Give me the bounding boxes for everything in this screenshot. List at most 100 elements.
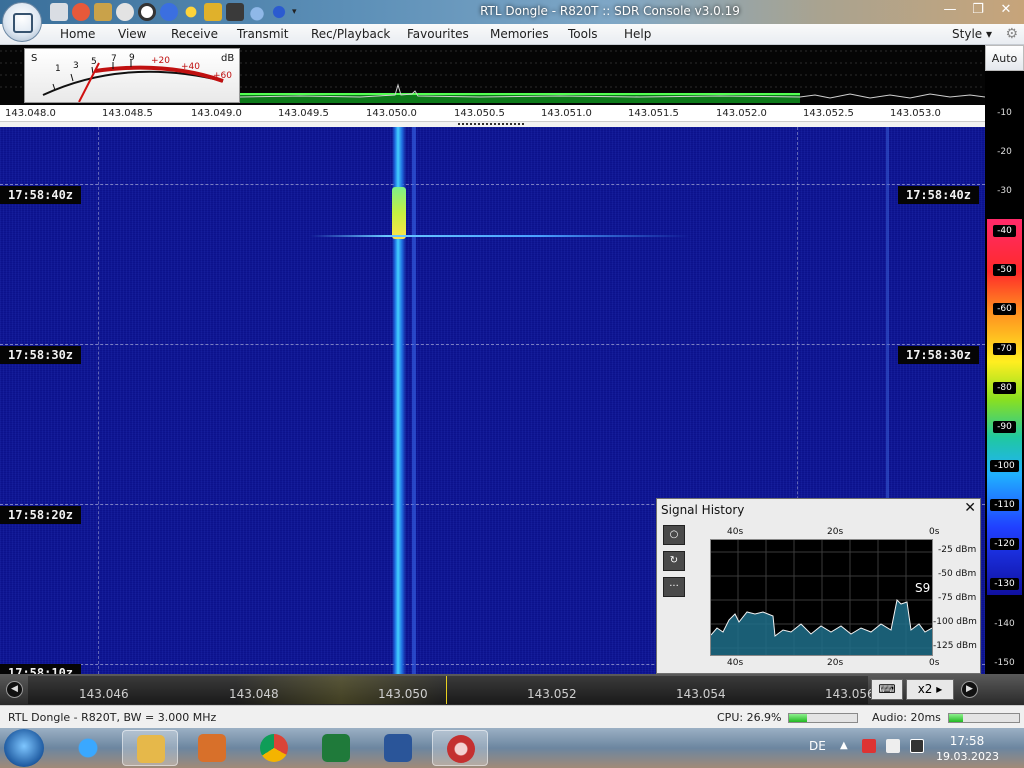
- media-player-icon: [198, 734, 226, 762]
- menu-bar: Home View Receive Transmit Rec/Playback …: [0, 24, 1024, 45]
- timestamp-right: 17:58:40z: [897, 186, 979, 204]
- taskbar-internet-explorer[interactable]: [60, 730, 116, 766]
- keyboard-button[interactable]: ⌨: [871, 679, 903, 700]
- s-level-label: S9: [915, 581, 930, 595]
- db-label: -130: [985, 578, 1024, 590]
- tuning-label: 143.050: [378, 687, 428, 701]
- play-icon[interactable]: [116, 3, 134, 21]
- db-label: -10: [997, 108, 1012, 118]
- zoom-selector[interactable]: x2 ▸: [906, 679, 954, 700]
- db-label: -40: [985, 225, 1024, 237]
- home-icon[interactable]: [50, 3, 68, 21]
- frequency-scale[interactable]: 143.048.0 143.048.5 143.049.0 143.049.5 …: [0, 105, 985, 122]
- menu-transmit[interactable]: Transmit: [237, 27, 288, 41]
- style-menu[interactable]: Style ▾: [952, 27, 992, 41]
- sdr-console-icon: [447, 735, 475, 763]
- menu-memories[interactable]: Memories: [490, 27, 549, 41]
- undo-icon[interactable]: [270, 3, 288, 21]
- tuning-label: 143.056: [825, 687, 875, 701]
- freq-label: 143.050.0: [366, 108, 417, 119]
- svg-text:7: 7: [111, 54, 117, 64]
- maximize-button[interactable]: ❐: [964, 0, 992, 20]
- signal-history-more-button[interactable]: ···: [663, 577, 685, 597]
- svg-text:1: 1: [55, 64, 61, 74]
- close-button[interactable]: ✕: [992, 0, 1020, 20]
- menu-rec-playback[interactable]: Rec/Playback: [311, 27, 390, 41]
- word-icon: [384, 734, 412, 762]
- taskbar-word[interactable]: [370, 730, 426, 766]
- s-meter-needle: [78, 62, 100, 103]
- lock-icon[interactable]: [204, 3, 222, 21]
- cpu-status: CPU: 26.9%: [717, 711, 782, 724]
- star-icon[interactable]: [182, 3, 200, 21]
- record-stop-icon[interactable]: [138, 3, 156, 21]
- folder-icon[interactable]: [94, 3, 112, 21]
- db-scale[interactable]: Auto -10 -20 -30 -40 -50 -60 -70 -80 -90…: [985, 45, 1024, 705]
- windows-taskbar: DE ▲ 17:58 19.03.2023: [0, 728, 1024, 768]
- internet-explorer-icon: [74, 734, 102, 762]
- tuning-bar: ◀ 143.046 143.048 143.050 143.052 143.05…: [0, 674, 1024, 705]
- tuning-label: 143.046: [79, 687, 129, 701]
- speaker-muted-icon[interactable]: [886, 739, 900, 753]
- drop-icon[interactable]: [248, 3, 266, 21]
- taskbar-media-player[interactable]: [184, 730, 240, 766]
- freq-label: 143.048.0: [5, 108, 56, 119]
- folder-icon: [137, 735, 165, 763]
- application-orb-button[interactable]: [2, 2, 42, 42]
- freq-label: 143.048.5: [102, 108, 153, 119]
- help-ring-icon[interactable]: [72, 3, 90, 21]
- taskbar-sdr-console[interactable]: [432, 730, 488, 766]
- db-label: -120: [985, 538, 1024, 550]
- tray-expand-icon[interactable]: ▲: [840, 740, 848, 751]
- window-title: RTL Dongle - R820T :: SDR Console v3.0.1…: [480, 4, 740, 18]
- network-icon[interactable]: [910, 739, 924, 753]
- menu-home[interactable]: Home: [60, 27, 95, 41]
- time-tick: 20s: [827, 658, 844, 668]
- taskbar-excel[interactable]: [308, 730, 364, 766]
- tune-left-button[interactable]: ◀: [6, 681, 23, 698]
- start-button[interactable]: [4, 729, 44, 767]
- signal-history-reset-button[interactable]: ○: [663, 525, 685, 545]
- freq-label: 143.052.5: [803, 108, 854, 119]
- tuning-scale[interactable]: 143.046 143.048 143.050 143.052 143.054 …: [28, 676, 875, 704]
- spectrum-display[interactable]: S dB 1 3 5 7 9 +20 +40 +60: [0, 45, 985, 105]
- window-controls: — ❐ ✕: [936, 0, 1020, 20]
- camera-icon[interactable]: [226, 3, 244, 21]
- minimize-button[interactable]: —: [936, 0, 964, 20]
- time-tick: 40s: [727, 527, 744, 537]
- tune-right-button[interactable]: ▶: [961, 681, 978, 698]
- title-bar: ▾ RTL Dongle - R820T :: SDR Console v3.0…: [0, 0, 1024, 24]
- language-indicator[interactable]: DE: [809, 739, 826, 753]
- signal-history-refresh-button[interactable]: ↻: [663, 551, 685, 571]
- timestamp-left: 17:58:10z: [0, 664, 82, 674]
- db-label: -50: [985, 264, 1024, 276]
- style-label: Style: [952, 27, 983, 41]
- cpu-meter: [788, 713, 858, 723]
- close-icon[interactable]: ✕: [964, 500, 976, 516]
- svg-text:+20: +20: [151, 56, 170, 66]
- taskbar-chrome[interactable]: [246, 730, 302, 766]
- signal-history-chart: S9: [710, 539, 933, 656]
- add-icon[interactable]: [160, 3, 178, 21]
- menu-tools[interactable]: Tools: [568, 27, 598, 41]
- time-tick: 20s: [827, 527, 844, 537]
- timestamp-left: 17:58:20z: [0, 506, 82, 524]
- menu-view[interactable]: View: [118, 27, 146, 41]
- tuning-marker: [446, 676, 447, 704]
- tuning-label: 143.054: [676, 687, 726, 701]
- s-meter-s-label: S: [31, 53, 37, 64]
- menu-help[interactable]: Help: [624, 27, 651, 41]
- action-center-icon[interactable]: [862, 739, 876, 753]
- dropdown-icon[interactable]: ▾: [292, 3, 300, 21]
- tuning-label: 143.052: [527, 687, 577, 701]
- taskbar-file-explorer[interactable]: [122, 730, 178, 766]
- auto-button[interactable]: Auto: [985, 45, 1024, 71]
- clock-time[interactable]: 17:58: [942, 734, 992, 748]
- signal-history-panel: Signal History ✕ ○ ↻ ··· 40s 20s 0s S9 -…: [656, 498, 981, 674]
- clock-date[interactable]: 19.03.2023: [936, 750, 999, 763]
- freq-label: 143.049.0: [191, 108, 242, 119]
- menu-favourites[interactable]: Favourites: [407, 27, 469, 41]
- menu-receive[interactable]: Receive: [171, 27, 218, 41]
- gear-icon[interactable]: ⚙: [1005, 26, 1018, 42]
- db-label: -150: [994, 658, 1015, 668]
